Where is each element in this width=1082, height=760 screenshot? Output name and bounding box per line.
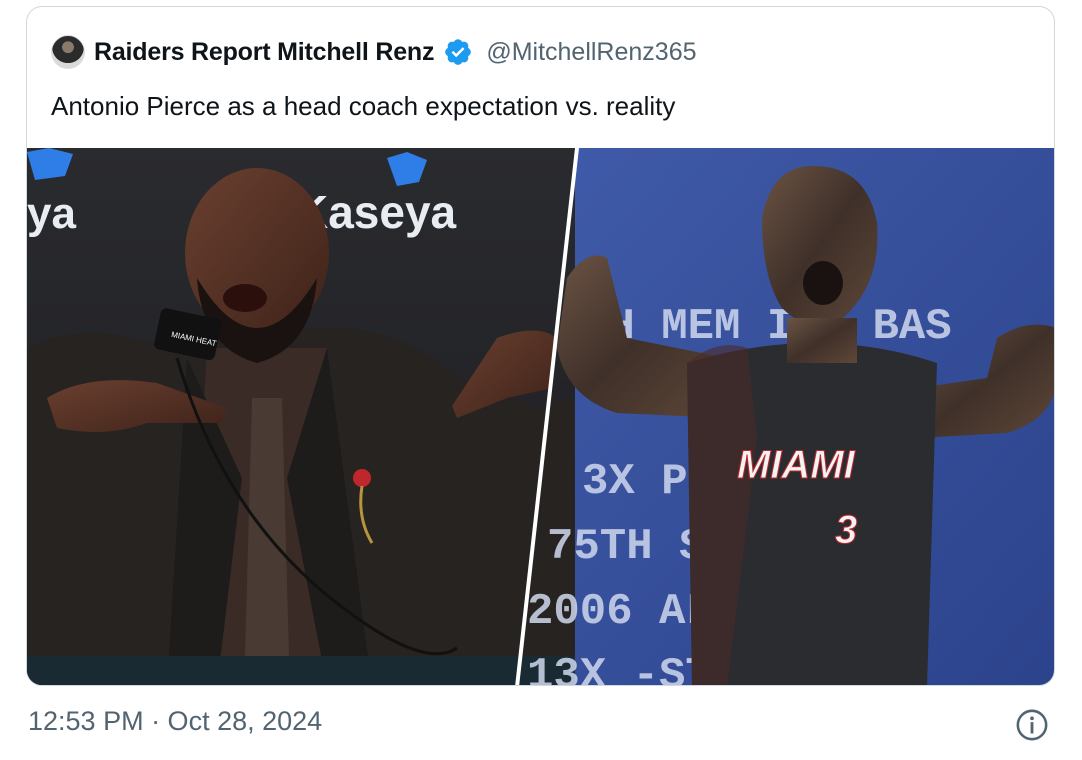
tweet-media[interactable]: Kaseya ya MIAMI HEAT TH MEM IAL BAS 3X P… bbox=[27, 148, 1055, 686]
author-name[interactable]: Raiders Report Mitchell Renz bbox=[94, 38, 435, 67]
right-photo-statue: TH MEM IAL BAS 3X PIOI 75TH SARY 2006 AL… bbox=[515, 148, 1054, 685]
tweet-header: Raiders Report Mitchell Renz @MitchellRe… bbox=[51, 35, 697, 69]
left-photo-press-conference: Kaseya ya MIAMI HEAT bbox=[27, 148, 575, 685]
media-photo-collage[interactable]: Kaseya ya MIAMI HEAT TH MEM IAL BAS 3X P… bbox=[27, 148, 1055, 686]
jersey-text: MIAMI bbox=[737, 443, 856, 487]
author-avatar[interactable] bbox=[51, 35, 85, 69]
tweet-text: Antonio Pierce as a head coach expectati… bbox=[51, 91, 676, 121]
verified-badge-icon bbox=[445, 39, 472, 65]
tweet-card[interactable]: Raiders Report Mitchell Renz @MitchellRe… bbox=[26, 6, 1055, 686]
author-handle[interactable]: @MitchellRenz365 bbox=[486, 38, 696, 67]
tweet-timestamp[interactable]: 12:53 PM · Oct 28, 2024 bbox=[28, 706, 322, 737]
sponsor-logo-partial-text: ya bbox=[27, 189, 76, 238]
info-icon[interactable] bbox=[1015, 708, 1049, 742]
jersey-number: 3 bbox=[835, 508, 857, 552]
